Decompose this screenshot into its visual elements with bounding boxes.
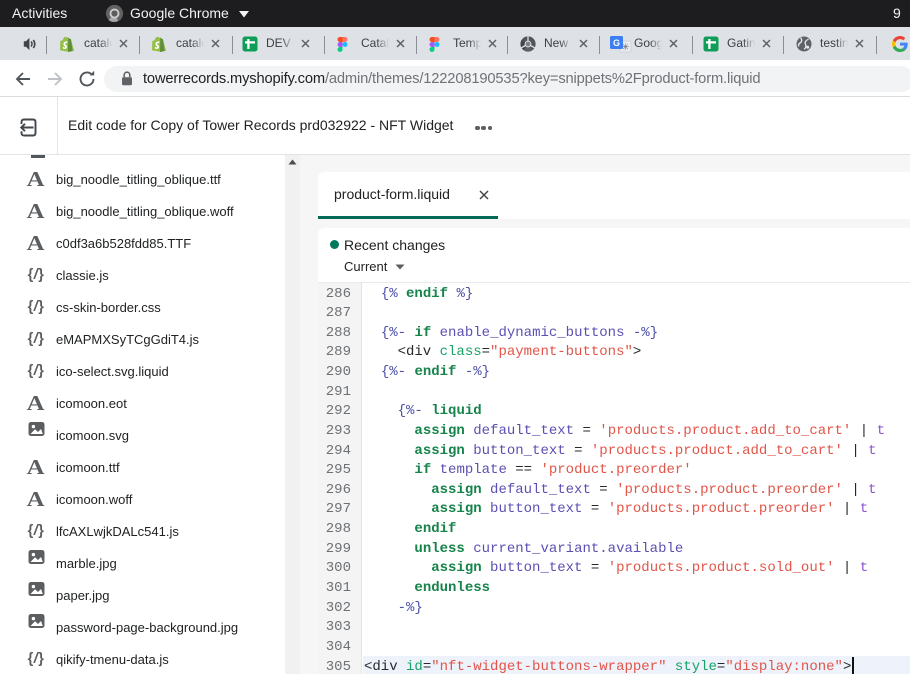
svg-text:G: G [613, 38, 620, 48]
